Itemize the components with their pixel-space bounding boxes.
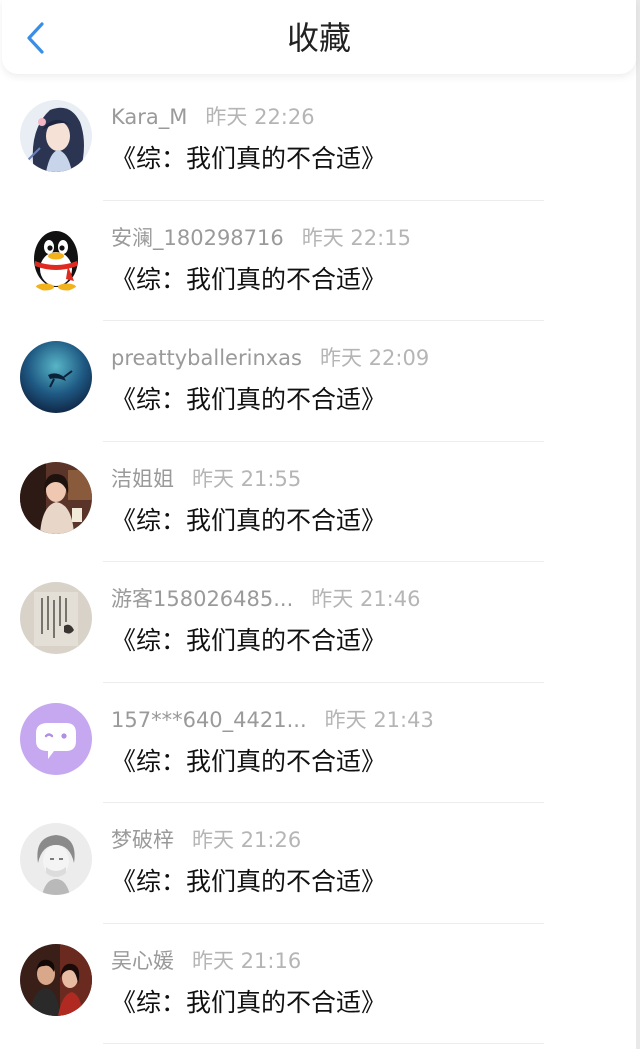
avatar[interactable] [20,100,92,172]
list-item[interactable]: 吴心媛 昨天 21:16 《综：我们真的不合适》 [0,924,636,1044]
avatar[interactable] [20,943,92,1016]
timestamp: 昨天 22:26 [205,105,315,129]
book-title[interactable]: 《综：我们真的不合适》 [111,986,386,1020]
calligraphy-avatar-icon [20,582,92,654]
item-meta: preattyballerinxas 昨天 22:09 [111,345,429,371]
divider [103,1043,544,1044]
favorites-list: Kara_M 昨天 22:26 《综：我们真的不合适》 安澜_180298716… [0,80,636,1044]
book-title[interactable]: 《综：我们真的不合适》 [111,383,386,417]
sketch-boy-avatar-icon [20,823,92,895]
avatar[interactable] [20,823,92,895]
list-item[interactable]: 梦破梓 昨天 21:26 《综：我们真的不合适》 [0,803,636,924]
qq-penguin-avatar-icon [20,220,92,293]
list-item[interactable]: preattyballerinxas 昨天 22:09 《综：我们真的不合适》 [0,321,636,442]
item-meta: 梦破梓 昨天 21:26 [111,827,301,853]
book-title[interactable]: 《综：我们真的不合适》 [111,504,386,538]
item-meta: Kara_M 昨天 22:26 [111,104,315,130]
item-meta: 安澜_180298716 昨天 22:15 [111,225,411,251]
page-title: 收藏 [286,19,351,57]
item-meta: 游客158026485... 昨天 21:46 [111,586,420,612]
book-title[interactable]: 《综：我们真的不合适》 [111,142,386,176]
timestamp: 昨天 21:26 [192,828,302,852]
book-title[interactable]: 《综：我们真的不合适》 [111,745,386,779]
top-bar: 收藏 [2,0,636,74]
item-meta: 吴心媛 昨天 21:16 [111,948,301,974]
list-item[interactable]: 洁姐姐 昨天 21:55 《综：我们真的不合适》 [0,442,636,562]
avatar[interactable] [20,341,92,413]
list-item[interactable]: Kara_M 昨天 22:26 《综：我们真的不合适》 [0,80,636,201]
book-title[interactable]: 《综：我们真的不合适》 [111,263,386,297]
avatar[interactable] [20,582,92,654]
username[interactable]: 洁姐姐 [111,467,174,491]
avatar[interactable] [20,702,92,775]
username[interactable]: 游客158026485... [111,587,293,611]
timestamp: 昨天 21:16 [192,948,302,973]
photo-girl-avatar-icon [20,461,92,534]
username[interactable]: 吴心媛 [111,949,174,973]
avatar[interactable] [20,461,92,534]
scrollbar-track [636,0,640,1049]
underwater-avatar-icon [20,341,92,413]
timestamp: 昨天 21:43 [324,707,434,732]
list-item[interactable]: 游客158026485... 昨天 21:46 《综：我们真的不合适》 [0,562,636,683]
username[interactable]: preattyballerinxas [111,346,302,370]
favorites-screen: 收藏 Kara_M 昨天 22:26 《综：我们真的不合适》 安澜_180298… [0,0,640,1049]
username[interactable]: 安澜_180298716 [111,226,284,250]
timestamp: 昨天 22:09 [320,346,430,370]
item-meta: 洁姐姐 昨天 21:55 [111,466,301,492]
item-meta: 157***640_4421... 昨天 21:43 [111,707,434,733]
list-item[interactable]: 157***640_4421... 昨天 21:43 《综：我们真的不合适》 [0,683,636,803]
book-title[interactable]: 《综：我们真的不合适》 [111,624,386,658]
timestamp: 昨天 21:55 [192,466,302,491]
couple-photo-avatar-icon [20,943,92,1016]
book-title[interactable]: 《综：我们真的不合适》 [111,865,386,899]
timestamp: 昨天 21:46 [311,587,421,611]
chat-bubble-avatar-icon [20,702,92,775]
avatar[interactable] [20,220,92,293]
timestamp: 昨天 22:15 [301,225,411,250]
list-item[interactable]: 安澜_180298716 昨天 22:15 《综：我们真的不合适》 [0,201,636,321]
anime-girl-avatar-icon [20,100,92,172]
username[interactable]: 梦破梓 [111,828,174,852]
username[interactable]: Kara_M [111,105,187,129]
username[interactable]: 157***640_4421... [111,708,307,732]
